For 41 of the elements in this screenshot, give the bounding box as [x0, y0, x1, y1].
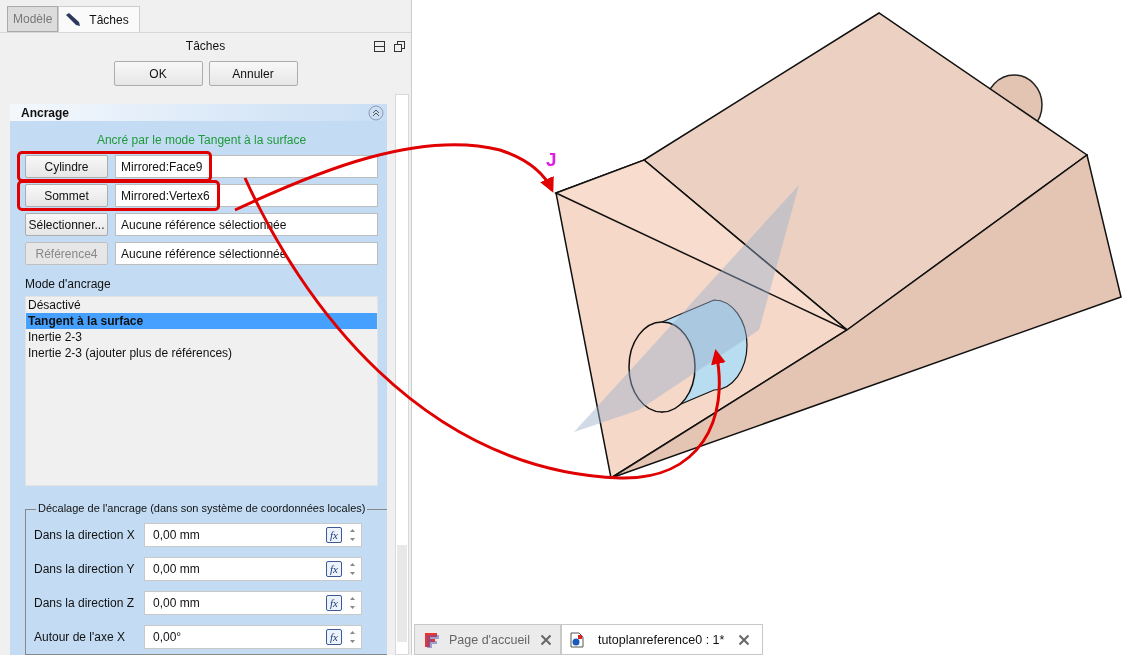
document-icon [569, 631, 584, 648]
close-icon[interactable] [539, 633, 552, 646]
mode-label: Mode d'ancrage [25, 277, 112, 291]
mode-item[interactable]: Désactivé [26, 297, 377, 313]
reference-field[interactable]: Mirrored:Vertex6 [115, 184, 378, 207]
dock-icon[interactable] [374, 41, 385, 52]
task-panel-title: Tâches [185, 39, 226, 53]
group-title: Décalage de l'ancrage (dans son système de coordonnées locales) [36, 502, 368, 514]
reference-field[interactable]: Mirrored:Face9 [115, 155, 378, 178]
close-icon[interactable] [738, 633, 751, 646]
collapse-icon[interactable] [368, 104, 384, 121]
spin-field[interactable]: 0,00 mm fx [144, 523, 362, 547]
section-title: Ancrage [21, 105, 70, 120]
reference-button[interactable]: Sélectionner... [25, 213, 108, 236]
field-label: Autour de l'axe X [34, 630, 126, 644]
formula-button[interactable]: fx [326, 527, 342, 543]
field-label: Dans la direction X [34, 528, 136, 542]
spin-field[interactable]: 0,00 mm fx [144, 557, 362, 581]
dialog-button[interactable]: Annuler [208, 61, 298, 86]
field-label: Dans la direction Y [34, 562, 136, 576]
reference-button[interactable]: Sommet [25, 184, 108, 207]
formula-button[interactable]: fx [326, 629, 342, 645]
dialog-button[interactable]: OK [113, 61, 203, 86]
field-label: Dans la direction Z [34, 596, 136, 610]
spin-field[interactable]: 0,00 mm fx [144, 591, 362, 615]
float-icon[interactable] [394, 41, 405, 52]
document-tab[interactable]: Page d'accueil [414, 624, 561, 655]
reference-button[interactable]: Cylindre [25, 155, 108, 178]
panel-tab[interactable]: Tâches [58, 6, 140, 32]
mode-item[interactable]: Tangent à la surface [26, 313, 377, 329]
scrollbar[interactable] [395, 94, 409, 655]
app-logo-icon [423, 631, 439, 648]
annotation-label: J [546, 149, 557, 171]
mode-item[interactable]: Inertie 2-3 (ajouter plus de références) [26, 345, 377, 361]
spin-field[interactable]: 0,00° fx [144, 625, 362, 649]
formula-button[interactable]: fx [326, 561, 342, 577]
mode-item[interactable]: Inertie 2-3 [26, 329, 377, 345]
document-tab[interactable]: tutoplanreference0 : 1* [560, 624, 764, 655]
status-message: Ancré par le mode Tangent à la surface [95, 133, 308, 147]
pencil-icon [65, 12, 82, 27]
formula-button[interactable]: fx [326, 595, 342, 611]
